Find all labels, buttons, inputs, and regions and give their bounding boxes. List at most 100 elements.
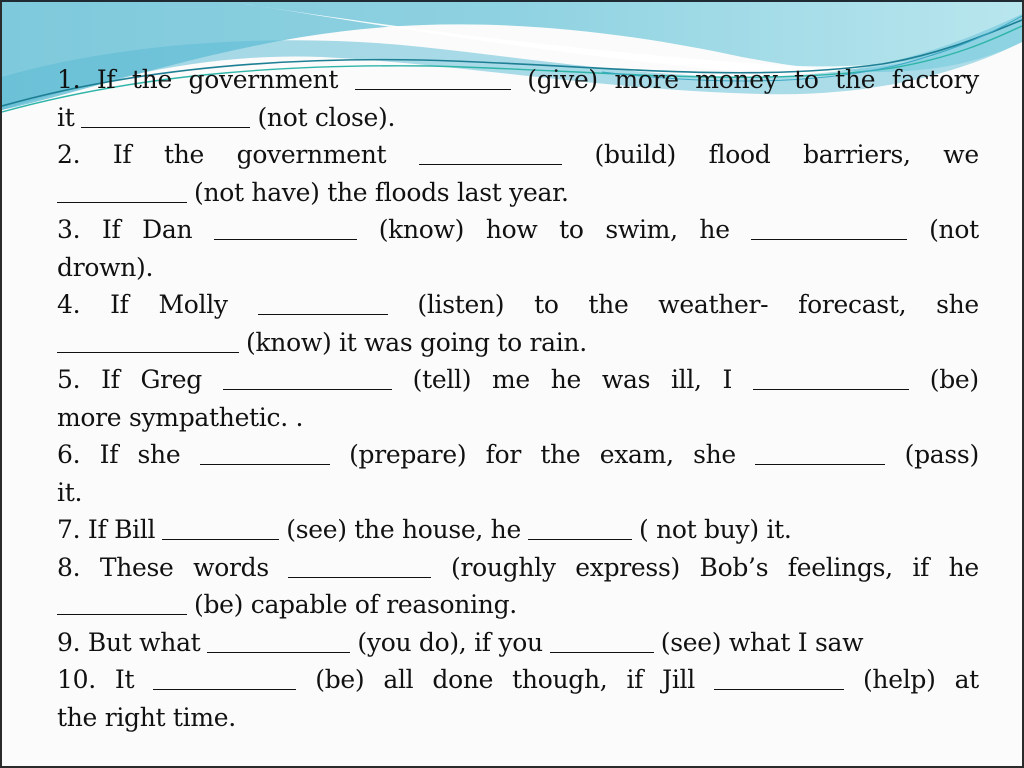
exercise-line-item-8: 8. These words (roughly express) Bob’s feeling… — [57, 549, 979, 587]
text-segment: the right time. — [57, 702, 236, 732]
text-segment: government — [236, 140, 387, 169]
text-segment: I — [722, 365, 733, 394]
answer-blank[interactable] — [418, 140, 562, 165]
answer-blank[interactable] — [162, 515, 280, 540]
exercise-line-item-8: (be) capable of reasoning. — [57, 586, 979, 624]
text-segment: (not have) the floods last year. — [194, 177, 569, 207]
exercise-line-item-6: 6. If she (prepare) for the exam, she (pass) — [57, 436, 979, 474]
answer-blank[interactable] — [222, 365, 392, 390]
text-segment: drown). — [57, 252, 154, 282]
answer-blank[interactable] — [549, 628, 654, 653]
answer-blank[interactable] — [527, 515, 632, 540]
text-segment: (you do), if you — [357, 627, 543, 657]
answer-blank[interactable] — [713, 665, 844, 690]
text-segment: money — [695, 65, 778, 94]
answer-blank[interactable] — [257, 290, 388, 315]
text-segment: more — [614, 65, 679, 94]
text-segment: 4. — [57, 290, 81, 319]
text-segment: the — [163, 140, 205, 169]
text-segment: me — [492, 365, 530, 394]
text-segment: swim, — [605, 215, 678, 244]
text-segment: 3. — [57, 215, 81, 244]
exercise-line-item-1: 1. If the government (give) more money to the fac… — [57, 61, 979, 99]
text-segment: to — [794, 65, 819, 94]
text-segment: If — [99, 440, 119, 469]
answer-blank[interactable] — [755, 440, 886, 465]
text-segment: all — [383, 665, 414, 694]
text-segment: it — [57, 102, 75, 132]
text-segment: 6. — [57, 440, 81, 469]
text-segment: done — [432, 665, 494, 694]
text-segment: (pass) — [904, 440, 980, 469]
text-segment: (roughly — [451, 552, 556, 582]
text-segment: to — [559, 215, 584, 244]
answer-blank[interactable] — [153, 665, 297, 690]
text-segment: feelings, — [787, 552, 893, 582]
text-segment: though, — [512, 665, 608, 694]
exercise-line-item-4: 4. If Molly (listen) to the weather-forecast, s… — [57, 286, 979, 324]
text-segment: if — [912, 552, 930, 582]
text-segment: (know) — [378, 215, 465, 244]
answer-blank[interactable] — [81, 103, 251, 128]
exercise-line-item-3: drown). — [57, 249, 979, 287]
text-segment: 9. But what — [57, 627, 201, 657]
answer-blank[interactable] — [288, 553, 432, 578]
text-segment: exam, — [599, 440, 674, 469]
text-segment: it. — [57, 477, 83, 507]
exercise-line-item-7: 7. If Bill (see) the house, he ( not buy) … — [57, 511, 979, 549]
text-segment: to — [534, 290, 559, 319]
text-segment: 8. — [57, 552, 81, 582]
text-segment: he — [948, 552, 980, 582]
answer-blank[interactable] — [354, 65, 511, 90]
text-segment: (tell) — [412, 365, 472, 394]
text-segment: (help) — [862, 665, 936, 694]
text-segment: forecast, — [798, 290, 907, 319]
text-segment: It — [114, 665, 135, 694]
text-segment: (not — [929, 215, 979, 244]
text-segment: ( not buy) it. — [638, 515, 792, 544]
text-segment: she — [137, 440, 181, 469]
text-segment: at — [954, 665, 980, 694]
text-segment: If — [112, 140, 132, 169]
exercise-line-item-2: (not have) the floods last year. — [57, 174, 979, 212]
answer-blank[interactable] — [207, 628, 351, 653]
exercise-line-item-10: 10. It (be) all done though, if Jill (help) at — [57, 661, 979, 699]
answer-blank[interactable] — [751, 215, 908, 240]
text-segment: (prepare) — [349, 440, 467, 469]
text-segment: If — [101, 365, 120, 394]
exercise-line-item-2: 2. If the government (build) flood barriers, we — [57, 136, 979, 174]
text-segment: (see) what I saw — [660, 627, 864, 657]
text-segment: These — [99, 552, 174, 582]
text-segment: (not close). — [257, 102, 396, 132]
text-segment: the — [588, 290, 629, 319]
text-segment: Molly — [158, 290, 228, 319]
slide: 1. If the government (give) more money to the fac… — [0, 0, 1024, 768]
text-segment: more sympathetic. . — [57, 402, 304, 432]
text-segment: if — [626, 665, 644, 694]
text-segment: how — [485, 215, 538, 244]
exercise-line-item-6: it. — [57, 474, 979, 512]
answer-blank[interactable] — [57, 590, 187, 615]
text-segment: was — [601, 365, 651, 394]
text-segment: 7. If Bill — [57, 515, 156, 544]
answer-blank[interactable] — [752, 365, 909, 390]
text-segment: 5. — [57, 365, 81, 394]
text-segment: (know) it was going to rain. — [246, 327, 587, 357]
exercise-line-item-5: more sympathetic. . — [57, 399, 979, 437]
exercise-line-item-5: 5. If Greg (tell) me he was ill, I (be) — [57, 361, 979, 399]
text-segment: Greg — [140, 365, 202, 394]
text-segment: (build) — [594, 140, 677, 169]
text-segment: she — [936, 290, 979, 319]
answer-blank[interactable] — [57, 328, 239, 353]
text-segment: the — [540, 440, 581, 469]
answer-blank[interactable] — [214, 215, 358, 240]
answer-blank[interactable] — [199, 440, 330, 465]
text-segment: Dan — [142, 215, 193, 244]
text-segment: (be) — [929, 365, 979, 394]
text-segment: he — [699, 215, 730, 244]
text-segment: If — [96, 65, 116, 94]
text-segment: (be) — [315, 665, 365, 694]
answer-blank[interactable] — [57, 178, 187, 203]
exercise-line-item-10: the right time. — [57, 699, 979, 737]
text-segment: he — [550, 365, 582, 394]
